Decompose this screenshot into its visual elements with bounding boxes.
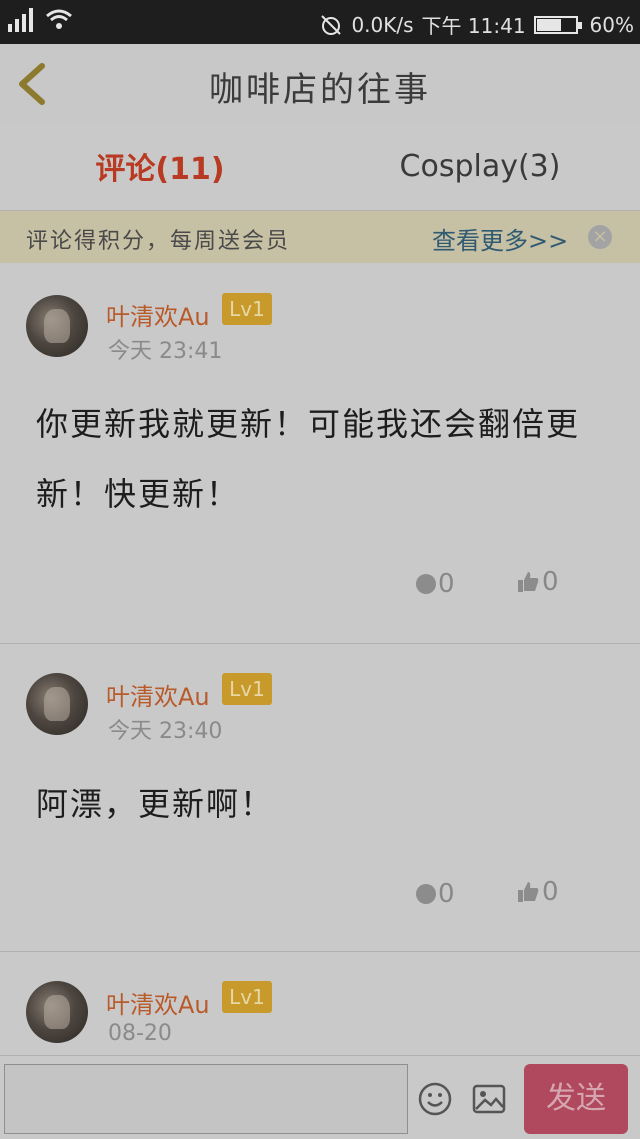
comment-input[interactable] [4,1064,408,1134]
battery-percent: 60% [589,12,634,37]
reply-count[interactable]: 0 [416,879,455,909]
comment-item: 叶清欢Au Lv1 今天 23:41 你更新我就更新！可能我还会翻倍更新！快更新… [0,263,640,644]
status-bar: 0.0K/s 下午 11:41 60% [0,0,640,44]
level-badge: Lv1 [222,981,272,1013]
comment-input-bar: 发送 [0,1055,640,1139]
level-badge: Lv1 [222,673,272,705]
clock: 下午 11:41 [421,14,526,38]
avatar[interactable] [26,981,88,1043]
comment-text: 阿漂，更新啊！ [36,785,275,823]
comment-bubble-icon [416,574,436,594]
thumbs-up-icon [518,572,539,592]
avatar[interactable] [26,673,88,735]
comment-time: 今天 23:40 [108,719,223,744]
title-bar: 咖啡店的往事 [0,44,640,123]
tab-bar: 评论(11) Cosplay(3) [0,122,640,211]
like-count[interactable]: 0 [516,877,559,907]
tab-comments[interactable]: 评论(11) [0,122,320,210]
comment-time: 08-20 [108,1021,172,1046]
emoji-icon[interactable] [418,1082,452,1116]
banner-text: 评论得积分，每周送会员 [26,229,291,254]
network-speed: 0.0K/s [351,12,414,37]
banner-more-link[interactable]: 查看更多>> [432,221,568,256]
comment-time: 今天 23:41 [108,339,223,364]
image-icon[interactable] [472,1084,506,1114]
comment-item: 叶清欢Au Lv1 今天 23:40 阿漂，更新啊！ 0 0 [0,643,640,952]
comment-bubble-icon [416,884,436,904]
comment-item: 叶清欢Au Lv1 08-20 [0,951,640,1055]
thumbs-up-icon [518,882,539,902]
battery-icon [533,15,582,34]
username[interactable]: 叶清欢Au [106,297,210,332]
alarm-off-icon [321,14,342,35]
signal-icon [8,6,33,32]
wifi-icon [46,9,72,29]
username[interactable]: 叶清欢Au [106,677,210,712]
username[interactable]: 叶清欢Au [106,985,210,1020]
tab-cosplay[interactable]: Cosplay(3) [320,122,640,210]
close-icon[interactable]: × [588,225,612,249]
like-count[interactable]: 0 [516,567,559,597]
promo-banner: 评论得积分，每周送会员 查看更多>> × [0,211,640,263]
reply-count[interactable]: 0 [416,569,455,599]
level-badge: Lv1 [222,293,272,325]
avatar[interactable] [26,295,88,357]
comment-text: 你更新我就更新！可能我还会翻倍更新！快更新！ [36,405,581,513]
send-button[interactable]: 发送 [524,1064,628,1134]
page-title: 咖啡店的往事 [209,70,431,110]
